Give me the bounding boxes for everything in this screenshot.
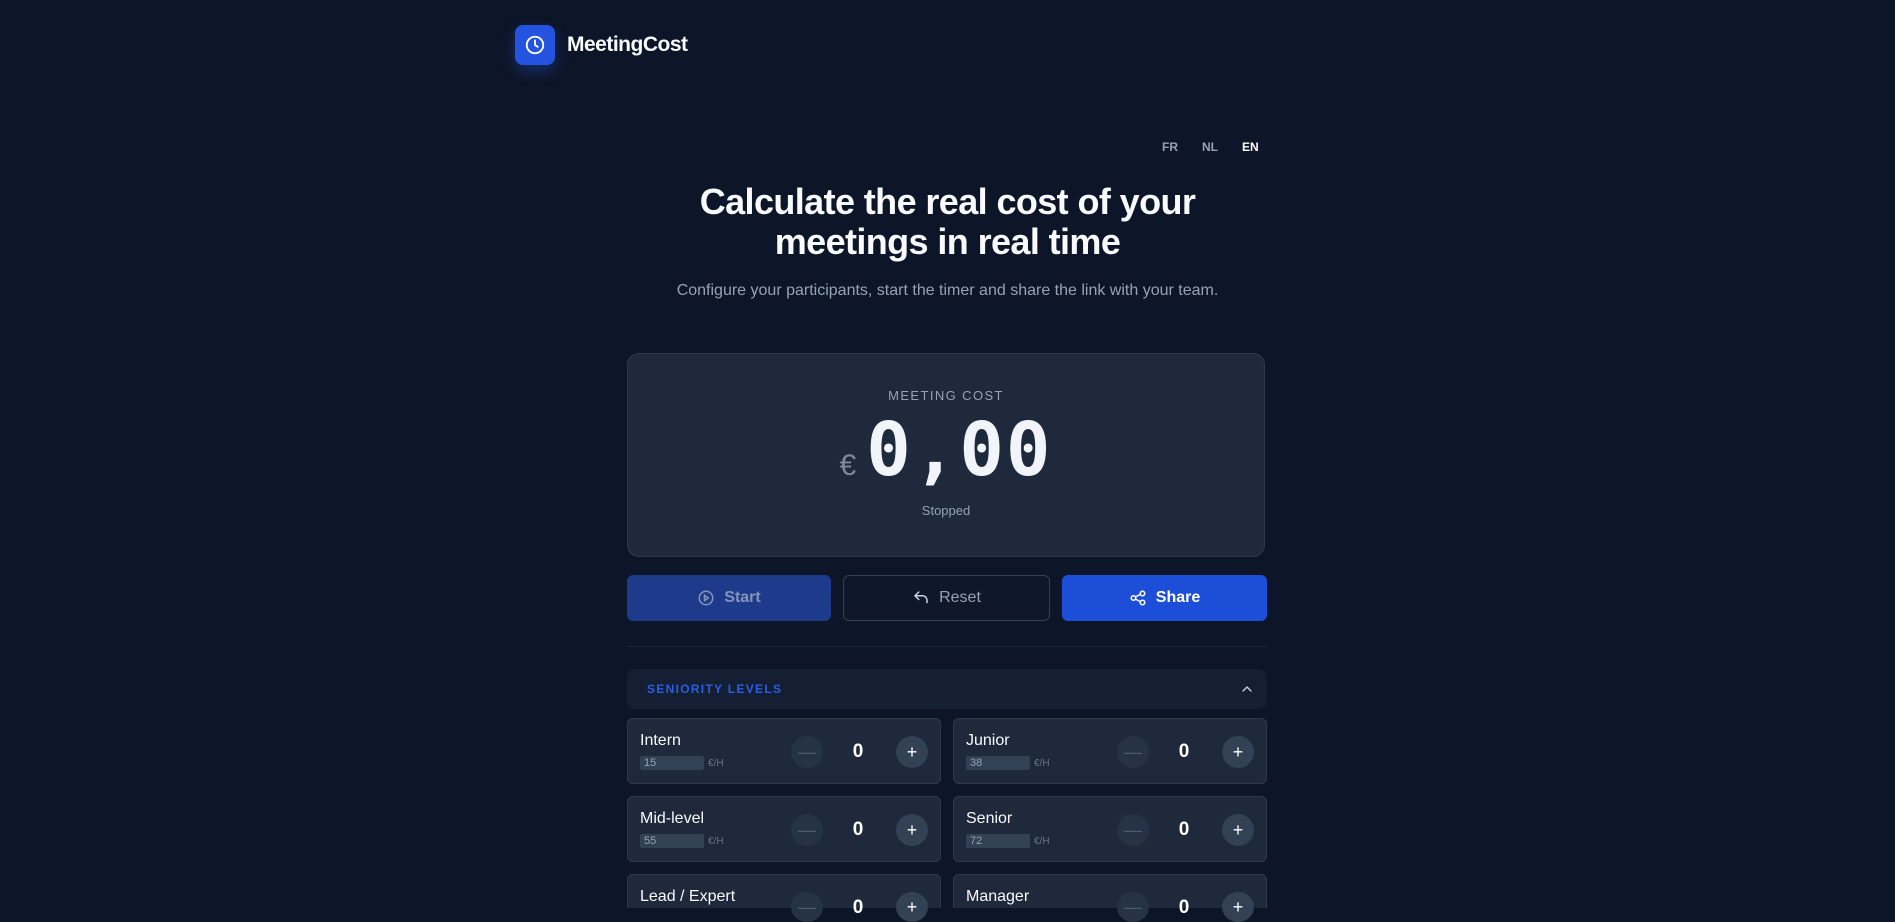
currency-symbol: €	[839, 449, 857, 482]
chevron-up-icon[interactable]	[1239, 681, 1255, 697]
increment-button[interactable]: +	[1222, 736, 1254, 768]
level-card-lead-expert: Lead / Expert — 0 +	[627, 874, 941, 922]
reset-button[interactable]: Reset	[843, 575, 1050, 621]
plus-icon: +	[1232, 741, 1244, 762]
rate-unit: €/H	[1034, 757, 1050, 769]
cost-label: MEETING COST	[888, 388, 1004, 403]
hourly-rate-input[interactable]: 72	[966, 834, 1030, 848]
rate-unit: €/H	[1034, 835, 1050, 847]
share-icon	[1130, 590, 1146, 606]
decrement-button[interactable]: —	[791, 814, 823, 846]
hourly-rate-input[interactable]: 55	[640, 834, 704, 848]
rate-group: 55 €/H	[640, 834, 724, 848]
level-card-senior: Senior 72 €/H — 0 +	[953, 796, 1267, 862]
meeting-cost-card: MEETING COST € 0,00 Stopped	[627, 353, 1265, 557]
minus-icon: —	[798, 819, 816, 840]
rate-group: 15 €/H	[640, 756, 724, 770]
increment-button[interactable]: +	[1222, 892, 1254, 922]
reset-label: Reset	[939, 589, 981, 606]
plus-icon: +	[1232, 896, 1244, 917]
start-label: Start	[724, 589, 761, 606]
minus-icon: —	[1124, 741, 1142, 762]
cost-display: € 0,00	[628, 411, 1264, 489]
play-icon	[698, 590, 714, 606]
app-header: MeetingCost	[515, 25, 688, 65]
plus-icon: +	[906, 896, 918, 917]
minus-icon: —	[1124, 819, 1142, 840]
rate-group: 72 €/H	[966, 834, 1050, 848]
level-card-junior: Junior 38 €/H — 0 +	[953, 718, 1267, 784]
participant-count: 0	[1178, 741, 1190, 762]
language-switcher: FR NL EN	[1150, 140, 1271, 154]
level-name: Senior	[966, 810, 1013, 827]
participant-count: 0	[852, 819, 864, 840]
cost-amount: 0,00	[866, 407, 1053, 493]
participant-count: 0	[852, 897, 864, 918]
level-card-mid-level: Mid-level 55 €/H — 0 +	[627, 796, 941, 862]
undo-icon	[914, 591, 928, 604]
lang-fr[interactable]: FR	[1150, 140, 1190, 154]
clock-icon	[525, 35, 545, 55]
level-name: Manager	[966, 888, 1030, 905]
rate-unit: €/H	[708, 835, 724, 847]
logo[interactable]	[515, 25, 555, 65]
increment-button[interactable]: +	[896, 736, 928, 768]
level-name: Intern	[640, 732, 681, 749]
plus-icon: +	[906, 741, 918, 762]
lang-nl[interactable]: NL	[1190, 140, 1230, 154]
level-card-intern: Intern 15 €/H — 0 +	[627, 718, 941, 784]
lang-en[interactable]: EN	[1230, 140, 1271, 154]
participant-count: 0	[1178, 897, 1190, 918]
plus-icon: +	[1232, 819, 1244, 840]
minus-icon: —	[798, 741, 816, 762]
start-button[interactable]: Start	[627, 575, 831, 621]
increment-button[interactable]: +	[1222, 814, 1254, 846]
hourly-rate-input[interactable]: 38	[966, 756, 1030, 770]
increment-button[interactable]: +	[896, 814, 928, 846]
minus-icon: —	[1124, 896, 1142, 917]
participant-count: 0	[852, 741, 864, 762]
page-title: Calculate the real cost of your meetings…	[0, 182, 1895, 262]
divider	[627, 646, 1267, 647]
level-name: Mid-level	[640, 810, 705, 827]
decrement-button[interactable]: —	[1117, 736, 1149, 768]
section-title: SENIORITY LEVELS	[647, 682, 783, 696]
rate-unit: €/H	[708, 757, 724, 769]
participant-count: 0	[1178, 819, 1190, 840]
level-card-manager: Manager — 0 +	[953, 874, 1267, 922]
decrement-button[interactable]: —	[791, 892, 823, 922]
increment-button[interactable]: +	[896, 892, 928, 922]
share-label: Share	[1155, 589, 1201, 606]
hourly-rate-input[interactable]: 15	[640, 756, 704, 770]
rate-group: 38 €/H	[966, 756, 1050, 770]
brand-name[interactable]: MeetingCost	[567, 33, 688, 57]
decrement-button[interactable]: —	[791, 736, 823, 768]
title-line-1: Calculate the real cost of your	[699, 181, 1196, 222]
share-button[interactable]: Share	[1062, 575, 1267, 621]
seniority-section-header[interactable]: SENIORITY LEVELS	[627, 669, 1267, 709]
page-subtitle: Configure your participants, start the t…	[676, 282, 1219, 299]
plus-icon: +	[906, 819, 918, 840]
decrement-button[interactable]: —	[1117, 892, 1149, 922]
minus-icon: —	[798, 896, 816, 917]
level-name: Junior	[966, 732, 1010, 749]
hero: Calculate the real cost of your meetings…	[0, 182, 1895, 300]
timer-status: Stopped	[921, 503, 971, 518]
decrement-button[interactable]: —	[1117, 814, 1149, 846]
title-line-2: meetings in real time	[774, 221, 1121, 262]
level-name: Lead / Expert	[640, 888, 736, 905]
